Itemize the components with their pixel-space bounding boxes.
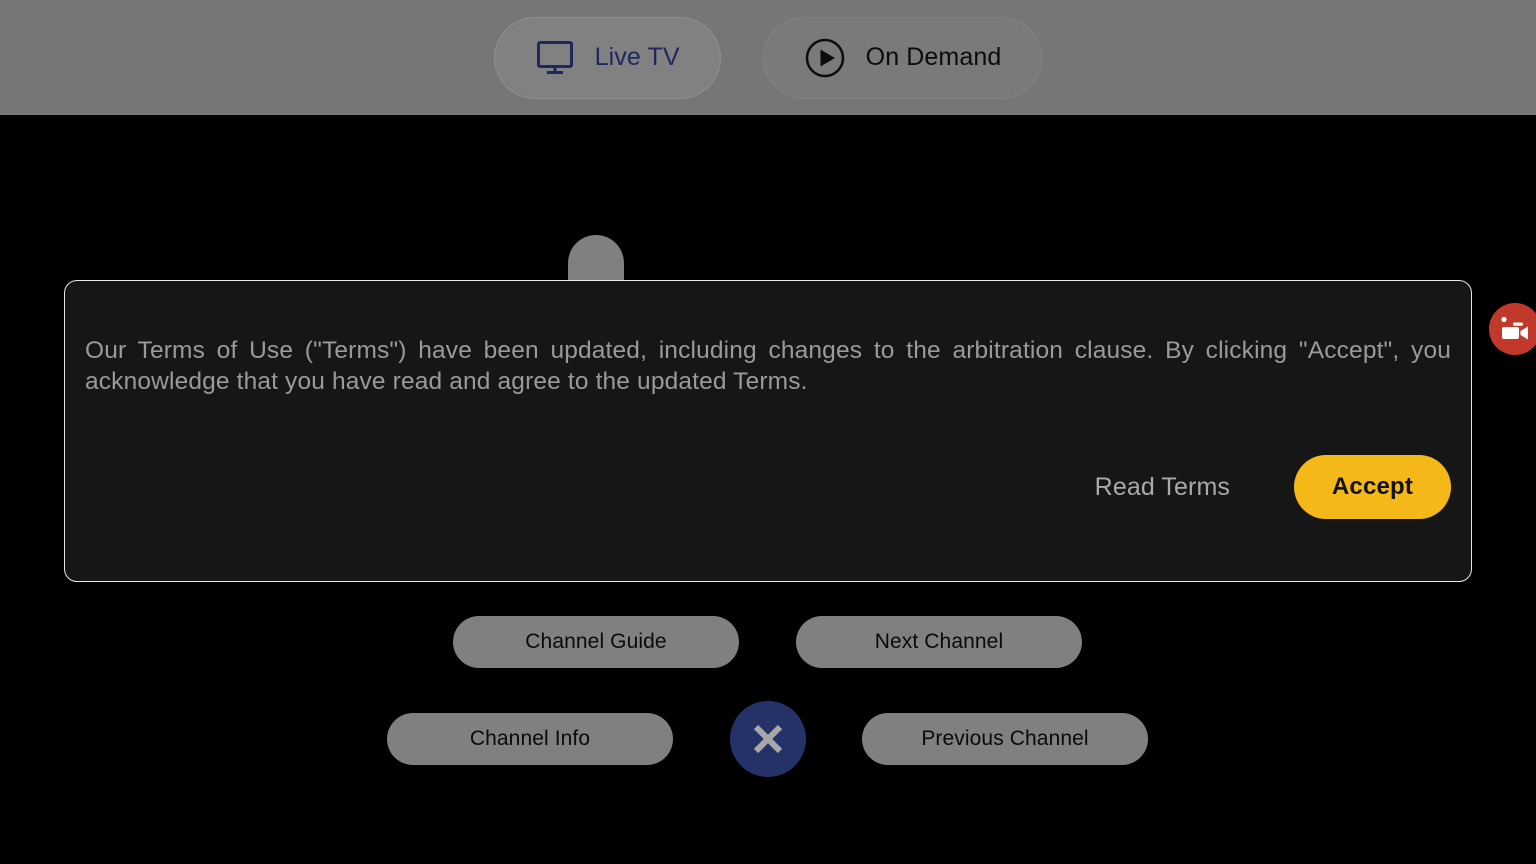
close-x-icon	[753, 724, 783, 754]
app-root: Channel Guide Next Channel Channel Info …	[0, 0, 1536, 864]
accept-terms-button[interactable]: Accept	[1294, 455, 1451, 519]
video-camera-icon	[1501, 316, 1528, 340]
play-circle-icon	[804, 37, 846, 79]
top-navigation-bar: Live TV On Demand	[0, 0, 1536, 115]
dialog-action-row: Read Terms Accept	[85, 455, 1451, 581]
read-terms-button[interactable]: Read Terms	[1091, 467, 1234, 508]
monitor-icon	[535, 39, 575, 77]
close-pad-button[interactable]	[730, 701, 806, 777]
tab-live-tv-label: Live TV	[594, 43, 680, 71]
channel-info-button[interactable]: Channel Info	[387, 713, 673, 765]
channel-guide-button[interactable]: Channel Guide	[453, 616, 739, 668]
screen-record-indicator-button[interactable]	[1489, 303, 1536, 355]
tab-on-demand-label: On Demand	[865, 43, 1002, 71]
tab-on-demand[interactable]: On Demand	[762, 16, 1043, 99]
terms-message-text: Our Terms of Use ("Terms") have been upd…	[85, 337, 1451, 396]
tab-live-tv[interactable]: Live TV	[493, 16, 721, 99]
next-channel-button[interactable]: Next Channel	[796, 616, 1082, 668]
previous-channel-button[interactable]: Previous Channel	[862, 713, 1148, 765]
terms-of-use-dialog: Our Terms of Use ("Terms") have been upd…	[64, 280, 1472, 582]
